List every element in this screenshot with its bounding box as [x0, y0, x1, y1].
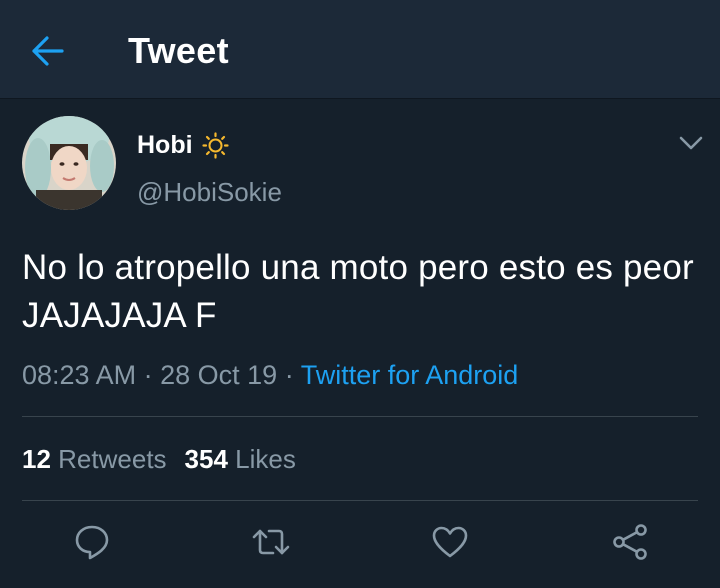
top-bar: Tweet [0, 0, 720, 99]
divider-2 [22, 500, 698, 501]
author-handle[interactable]: @HobiSokie [137, 177, 282, 208]
likes-stat[interactable]: 354 Likes [185, 444, 296, 474]
retweets-stat[interactable]: 12 Retweets [22, 444, 167, 474]
page-title: Tweet [128, 30, 229, 71]
likes-label: Likes [235, 444, 296, 474]
avatar[interactable] [22, 116, 116, 210]
reply-icon[interactable] [70, 520, 114, 564]
likes-count: 354 [184, 444, 228, 474]
tweet-text: No lo atropello una moto pero esto es pe… [22, 248, 694, 335]
divider [22, 416, 698, 417]
chevron-down-icon[interactable] [678, 132, 704, 154]
share-icon[interactable] [608, 520, 652, 564]
tweet-meta: 08:23 AM · 28 Oct 19 · Twitter for Andro… [22, 360, 518, 391]
back-arrow-icon[interactable] [30, 34, 66, 68]
tweet-source-link[interactable]: Twitter for Android [301, 360, 519, 390]
retweets-count: 12 [22, 444, 51, 474]
tweet-stats: 12 Retweets 354 Likes [22, 444, 296, 475]
tweet-time: 08:23 AM [22, 360, 137, 390]
sun-icon [202, 132, 229, 159]
author-name[interactable]: Hobi [137, 131, 193, 160]
like-icon[interactable] [428, 520, 472, 564]
meta-separator: · [143, 360, 153, 390]
action-bar [0, 520, 720, 564]
meta-separator-2: · [284, 360, 294, 390]
retweets-label: Retweets [58, 444, 167, 474]
tweet-date: 28 Oct 19 [160, 360, 278, 390]
retweet-icon[interactable] [249, 520, 293, 564]
